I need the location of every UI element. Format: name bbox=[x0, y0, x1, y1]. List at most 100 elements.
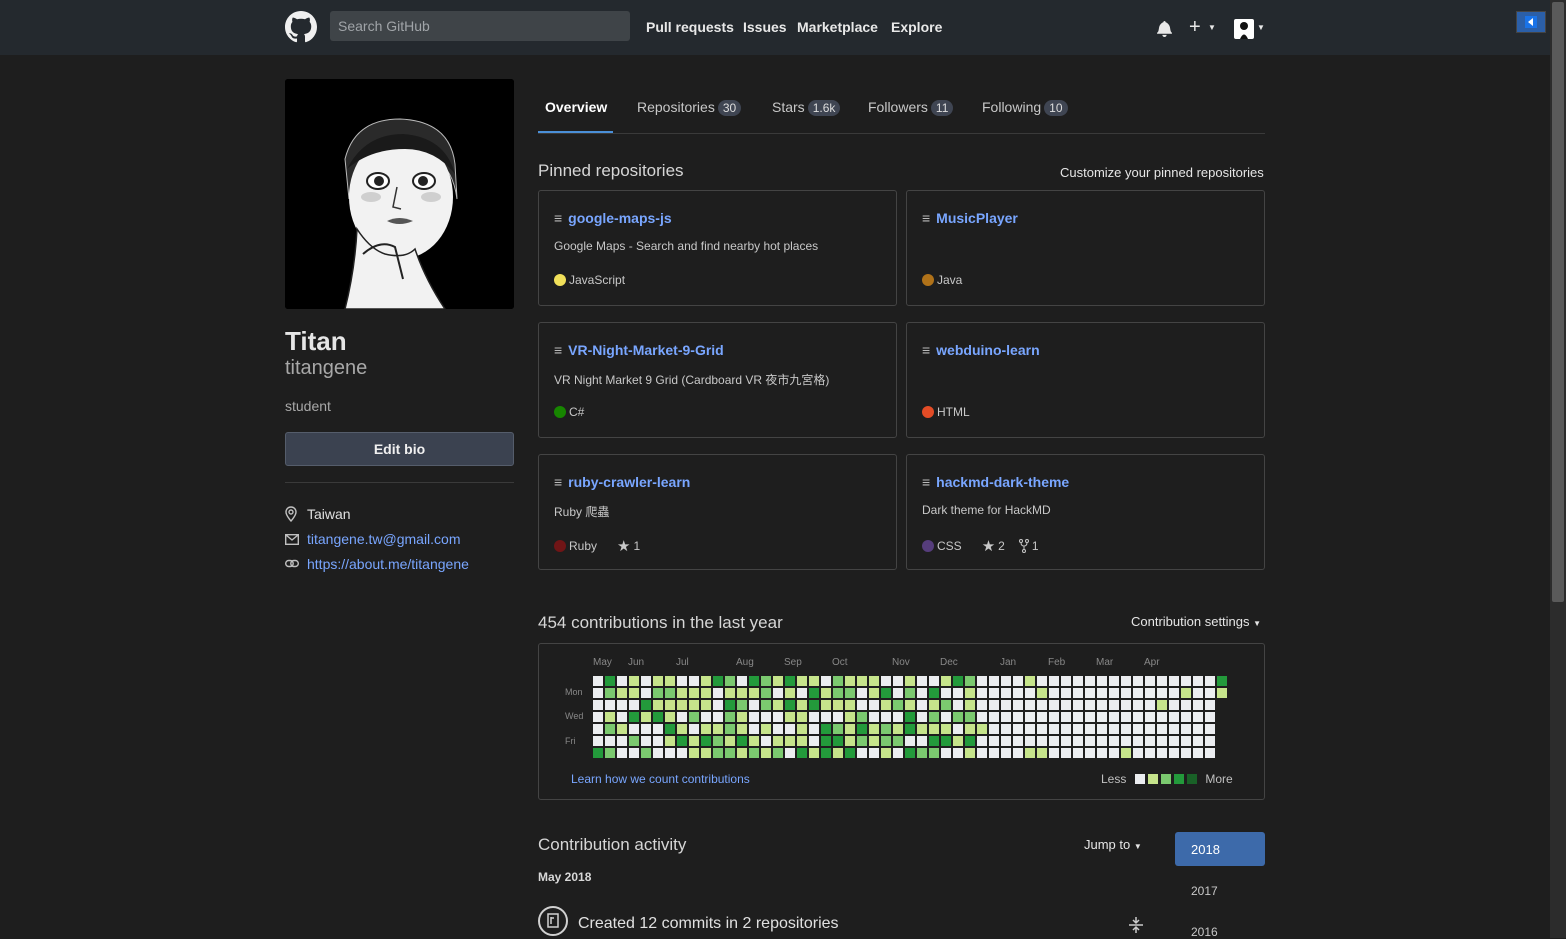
contribution-day-cell[interactable] bbox=[833, 676, 843, 686]
contribution-day-cell[interactable] bbox=[1073, 724, 1083, 734]
contribution-day-cell[interactable] bbox=[773, 748, 783, 758]
contribution-day-cell[interactable] bbox=[809, 676, 819, 686]
contribution-day-cell[interactable] bbox=[893, 712, 903, 722]
avatar[interactable] bbox=[1234, 19, 1254, 39]
repo-name-link[interactable]: ≡ ruby-crawler-learn bbox=[554, 474, 690, 490]
contribution-day-cell[interactable] bbox=[653, 676, 663, 686]
contribution-day-cell[interactable] bbox=[881, 736, 891, 746]
contribution-day-cell[interactable] bbox=[1001, 700, 1011, 710]
contribution-day-cell[interactable] bbox=[593, 748, 603, 758]
contribution-day-cell[interactable] bbox=[1097, 700, 1107, 710]
contribution-day-cell[interactable] bbox=[773, 724, 783, 734]
contribution-day-cell[interactable] bbox=[1061, 736, 1071, 746]
contribution-day-cell[interactable] bbox=[737, 676, 747, 686]
jump-to-dropdown[interactable]: Jump to ▼ bbox=[1084, 837, 1142, 852]
contribution-day-cell[interactable] bbox=[1109, 688, 1119, 698]
contribution-day-cell[interactable] bbox=[749, 700, 759, 710]
contribution-day-cell[interactable] bbox=[665, 724, 675, 734]
contribution-day-cell[interactable] bbox=[1121, 712, 1131, 722]
contribution-day-cell[interactable] bbox=[1013, 688, 1023, 698]
contribution-day-cell[interactable] bbox=[653, 712, 663, 722]
contribution-day-cell[interactable] bbox=[797, 748, 807, 758]
contribution-day-cell[interactable] bbox=[689, 736, 699, 746]
contribution-day-cell[interactable] bbox=[701, 700, 711, 710]
contribution-day-cell[interactable] bbox=[929, 688, 939, 698]
contribution-day-cell[interactable] bbox=[1169, 676, 1179, 686]
contribution-day-cell[interactable] bbox=[1061, 712, 1071, 722]
contribution-day-cell[interactable] bbox=[1145, 712, 1155, 722]
contribution-day-cell[interactable] bbox=[1181, 712, 1191, 722]
contribution-day-cell[interactable] bbox=[1157, 700, 1167, 710]
contribution-day-cell[interactable] bbox=[965, 700, 975, 710]
contribution-day-cell[interactable] bbox=[941, 700, 951, 710]
contribution-day-cell[interactable] bbox=[1169, 688, 1179, 698]
contribution-day-cell[interactable] bbox=[701, 712, 711, 722]
contribution-day-cell[interactable] bbox=[605, 748, 615, 758]
contribution-day-cell[interactable] bbox=[917, 712, 927, 722]
contribution-day-cell[interactable] bbox=[1181, 748, 1191, 758]
repo-name-link[interactable]: ≡ VR-Night-Market-9-Grid bbox=[554, 342, 724, 358]
contribution-day-cell[interactable] bbox=[929, 700, 939, 710]
contribution-day-cell[interactable] bbox=[713, 736, 723, 746]
contribution-day-cell[interactable] bbox=[845, 688, 855, 698]
contribution-day-cell[interactable] bbox=[1037, 700, 1047, 710]
contribution-day-cell[interactable] bbox=[881, 700, 891, 710]
contribution-day-cell[interactable] bbox=[1193, 676, 1203, 686]
contribution-day-cell[interactable] bbox=[761, 688, 771, 698]
repo-name-link[interactable]: ≡ webduino-learn bbox=[922, 342, 1040, 358]
contribution-day-cell[interactable] bbox=[821, 748, 831, 758]
contribution-day-cell[interactable] bbox=[1085, 712, 1095, 722]
contribution-day-cell[interactable] bbox=[1181, 736, 1191, 746]
contribution-day-cell[interactable] bbox=[1061, 700, 1071, 710]
contribution-day-cell[interactable] bbox=[629, 712, 639, 722]
contribution-day-cell[interactable] bbox=[881, 748, 891, 758]
tab-stars[interactable]: Stars 1.6k bbox=[772, 99, 841, 116]
contribution-day-cell[interactable] bbox=[653, 700, 663, 710]
contribution-day-cell[interactable] bbox=[677, 712, 687, 722]
contribution-day-cell[interactable] bbox=[797, 700, 807, 710]
year-2017[interactable]: 2017 bbox=[1191, 884, 1218, 898]
contribution-day-cell[interactable] bbox=[737, 736, 747, 746]
contribution-day-cell[interactable] bbox=[1205, 700, 1215, 710]
contribution-day-cell[interactable] bbox=[749, 724, 759, 734]
contribution-day-cell[interactable] bbox=[665, 700, 675, 710]
contribution-day-cell[interactable] bbox=[929, 736, 939, 746]
contribution-day-cell[interactable] bbox=[977, 700, 987, 710]
contribution-day-cell[interactable] bbox=[857, 676, 867, 686]
contribution-day-cell[interactable] bbox=[725, 700, 735, 710]
contribution-day-cell[interactable] bbox=[905, 700, 915, 710]
contribution-day-cell[interactable] bbox=[641, 676, 651, 686]
caret-down-icon[interactable]: ▼ bbox=[1257, 23, 1265, 32]
contribution-day-cell[interactable] bbox=[629, 748, 639, 758]
contribution-day-cell[interactable] bbox=[1085, 688, 1095, 698]
website-link[interactable]: https://about.me/titangene bbox=[307, 556, 469, 572]
contribution-day-cell[interactable] bbox=[869, 724, 879, 734]
contribution-day-cell[interactable] bbox=[917, 700, 927, 710]
contribution-day-cell[interactable] bbox=[917, 724, 927, 734]
contribution-day-cell[interactable] bbox=[893, 736, 903, 746]
contribution-day-cell[interactable] bbox=[821, 736, 831, 746]
contribution-day-cell[interactable] bbox=[929, 724, 939, 734]
contribution-day-cell[interactable] bbox=[1025, 712, 1035, 722]
contribution-day-cell[interactable] bbox=[1049, 724, 1059, 734]
contribution-day-cell[interactable] bbox=[1013, 676, 1023, 686]
contribution-day-cell[interactable] bbox=[869, 688, 879, 698]
contribution-day-cell[interactable] bbox=[965, 712, 975, 722]
contribution-day-cell[interactable] bbox=[1025, 688, 1035, 698]
contribution-day-cell[interactable] bbox=[677, 688, 687, 698]
contribution-day-cell[interactable] bbox=[761, 724, 771, 734]
tab-followers[interactable]: Followers 11 bbox=[868, 99, 954, 116]
email-link[interactable]: titangene.tw@gmail.com bbox=[307, 531, 461, 547]
contribution-day-cell[interactable] bbox=[725, 748, 735, 758]
contribution-day-cell[interactable] bbox=[749, 712, 759, 722]
contribution-day-cell[interactable] bbox=[761, 712, 771, 722]
repo-name-link[interactable]: ≡ hackmd-dark-theme bbox=[922, 474, 1069, 490]
contribution-day-cell[interactable] bbox=[1061, 748, 1071, 758]
contribution-day-cell[interactable] bbox=[965, 676, 975, 686]
contribution-day-cell[interactable] bbox=[689, 676, 699, 686]
contribution-day-cell[interactable] bbox=[1121, 700, 1131, 710]
contribution-day-cell[interactable] bbox=[605, 676, 615, 686]
contribution-day-cell[interactable] bbox=[785, 700, 795, 710]
contribution-day-cell[interactable] bbox=[1049, 700, 1059, 710]
contribution-day-cell[interactable] bbox=[713, 712, 723, 722]
